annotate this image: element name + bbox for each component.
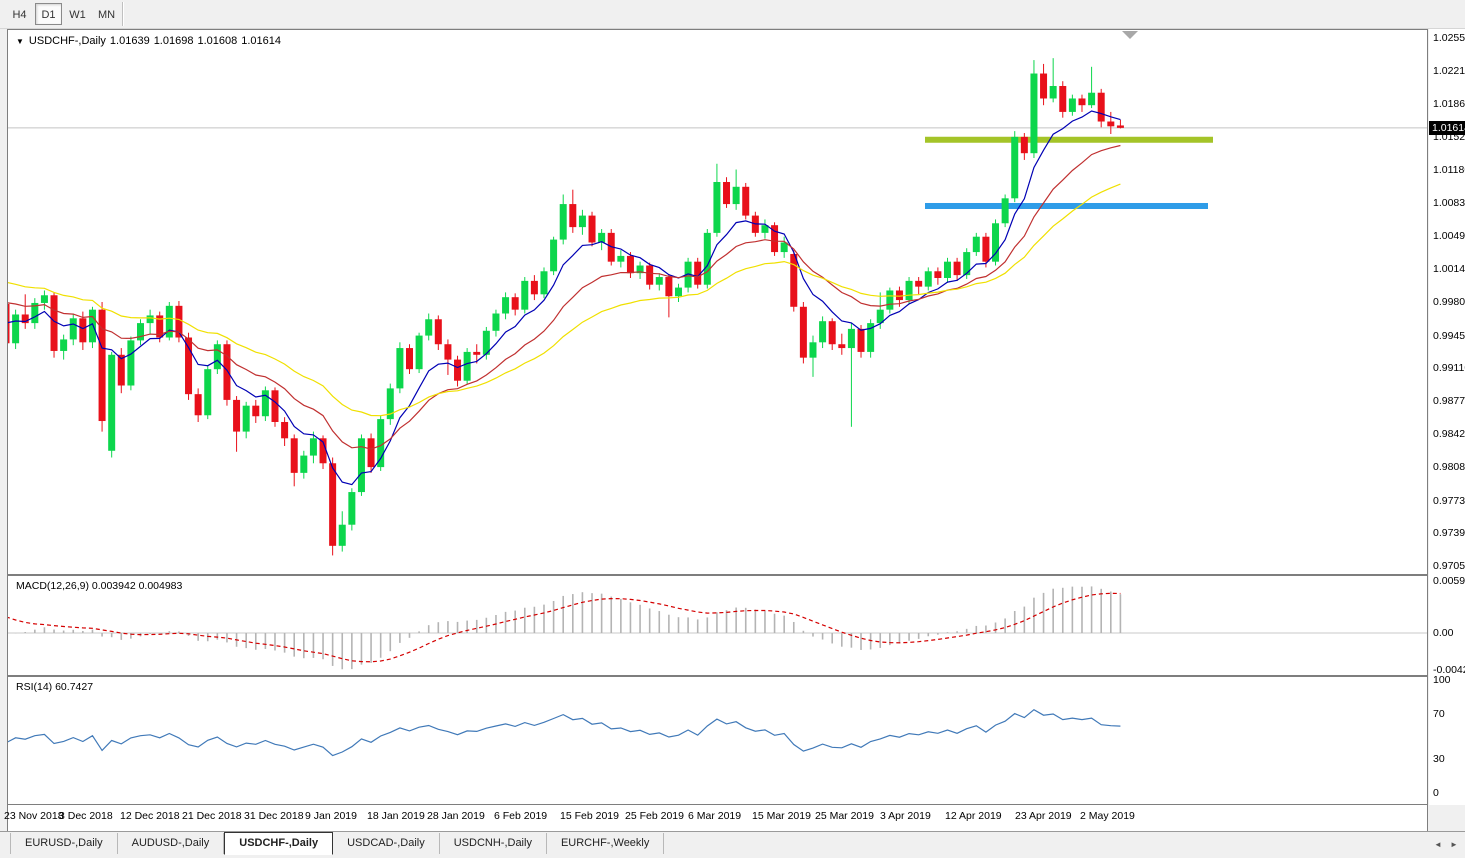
date-tick-label: 12 Dec 2018: [120, 810, 180, 822]
price-axis-label: 1.02550: [1433, 32, 1465, 44]
date-tick-label: 25 Mar 2019: [815, 810, 874, 822]
chart-tab-eurusd[interactable]: EURUSD-,Daily: [10, 833, 118, 854]
timeframe-button-w1[interactable]: W1: [64, 3, 91, 25]
toolbar-separator: [122, 2, 124, 26]
timeframe-toolbar: H4D1W1MN: [0, 0, 1465, 29]
ohlc-high: 1.01698: [154, 35, 194, 47]
timeframe-button-d1[interactable]: D1: [35, 3, 62, 25]
rsi-axis-label: 30: [1433, 753, 1445, 765]
main-chart-panel[interactable]: ▼ USDCHF-,Daily 1.01639 1.016981.01608 1.016…: [7, 29, 1428, 575]
date-tick-label: 23 Apr 2019: [1015, 810, 1072, 822]
ohlc-open: 1.01639: [110, 35, 150, 47]
price-axis-label: 0.98770: [1433, 395, 1465, 407]
date-axis[interactable]: 23 Nov 20183 Dec 2018 12 Dec 201821 Dec 2…: [7, 805, 1428, 831]
date-tick-label: 15 Mar 2019: [752, 810, 811, 822]
price-axis-label: 1.00830: [1433, 197, 1465, 209]
current-price-tag: 1.01614: [1429, 121, 1465, 135]
price-axis-label: 0.98080: [1433, 461, 1465, 473]
rsi-axis-label: 100: [1433, 674, 1451, 686]
chart-tab-usdchf[interactable]: USDCHF-,Daily: [224, 832, 333, 855]
macd-panel[interactable]: MACD(12,26,9) 0.003942 0.004983: [7, 575, 1428, 676]
date-tick-label: 12 Apr 2019: [945, 810, 1002, 822]
candlestick-chart[interactable]: [8, 30, 1427, 574]
date-tick-label: 18 Jan 2019: [367, 810, 425, 822]
chart-tab-audusd[interactable]: AUDUSD-,Daily: [118, 833, 225, 854]
price-axis-label: 1.02210: [1433, 65, 1465, 77]
date-tick-label: 25 Feb 2019: [625, 810, 684, 822]
price-axis-label: 0.97050: [1433, 560, 1465, 572]
chart-symbol-label: USDCHF-,Daily: [29, 35, 106, 47]
chart-tab-bar: EURUSD-,DailyAUDUSD-,DailyUSDCHF-,DailyU…: [0, 831, 1465, 858]
price-axis-label: 0.99450: [1433, 330, 1465, 342]
tab-scroll-right-icon[interactable]: ►: [1447, 838, 1461, 852]
price-axis-label: 0.99800: [1433, 296, 1465, 308]
date-tick-label: 15 Feb 2019: [560, 810, 619, 822]
price-axis-label: 1.00490: [1433, 230, 1465, 242]
date-tick-label: 3 Dec 2018: [59, 810, 113, 822]
price-axis[interactable]: 1.025501.022101.018601.015201.011801.008…: [1429, 29, 1465, 805]
date-tick-label: 2 May 2019: [1080, 810, 1135, 822]
mt4-window: H4D1W1MN ▼USDCHF-,Daily1.016391.016981.0…: [0, 0, 1465, 858]
price-axis-label: 1.01860: [1433, 98, 1465, 110]
rsi-panel[interactable]: RSI(14) 60.7427: [7, 676, 1428, 805]
tab-scroll-left-icon[interactable]: ◄: [1431, 838, 1445, 852]
price-axis-label: 0.98420: [1433, 428, 1465, 440]
date-tick-label: 3 Apr 2019: [880, 810, 931, 822]
ohlc-close: 1.01614: [241, 35, 281, 47]
chart-tab-eurchf[interactable]: EURCHF-,Weekly: [547, 833, 664, 854]
ohlc-low: 1.01608: [197, 35, 237, 47]
date-tick-label: 6 Feb 2019: [494, 810, 547, 822]
rsi-chart: [8, 677, 1427, 804]
timeframe-button-mn[interactable]: MN: [93, 3, 120, 25]
price-axis-label: 0.99110: [1433, 362, 1465, 374]
chart-tab-usdcnh[interactable]: USDCNH-,Daily: [440, 833, 547, 854]
tab-scroll-buttons: ◄ ►: [1431, 838, 1461, 852]
date-tick-label: 6 Mar 2019: [688, 810, 741, 822]
price-axis-label: 0.97390: [1433, 527, 1465, 539]
timeframe-button-h4[interactable]: H4: [6, 3, 33, 25]
chart-shift-marker-icon[interactable]: [1122, 31, 1138, 39]
chart-title: ▼ USDCHF-,Daily 1.01639 1.016981.01608 1.016…: [16, 35, 285, 47]
rsi-axis-label: 70: [1433, 708, 1445, 720]
macd-axis-label: 0.00597: [1433, 575, 1465, 587]
price-axis-label: 0.97730: [1433, 495, 1465, 507]
rsi-label: RSI(14) 60.7427: [16, 681, 93, 693]
price-axis-label: 1.01180: [1433, 164, 1465, 176]
chart-dropdown-icon[interactable]: ▼: [16, 37, 24, 46]
date-tick-label: 21 Dec 2018: [182, 810, 242, 822]
macd-axis-label: 0.00: [1433, 627, 1453, 639]
date-tick-label: 9 Jan 2019: [305, 810, 357, 822]
price-axis-label: 1.00140: [1433, 263, 1465, 275]
date-tick-label: 28 Jan 2019: [427, 810, 485, 822]
date-tick-label: 31 Dec 2018: [244, 810, 304, 822]
rsi-axis-label: 0: [1433, 787, 1439, 799]
macd-label: MACD(12,26,9) 0.003942 0.004983: [16, 580, 182, 592]
macd-chart: [8, 576, 1427, 675]
chart-tab-usdcad[interactable]: USDCAD-,Daily: [333, 833, 440, 854]
date-tick-label: 23 Nov 2018: [4, 810, 64, 822]
